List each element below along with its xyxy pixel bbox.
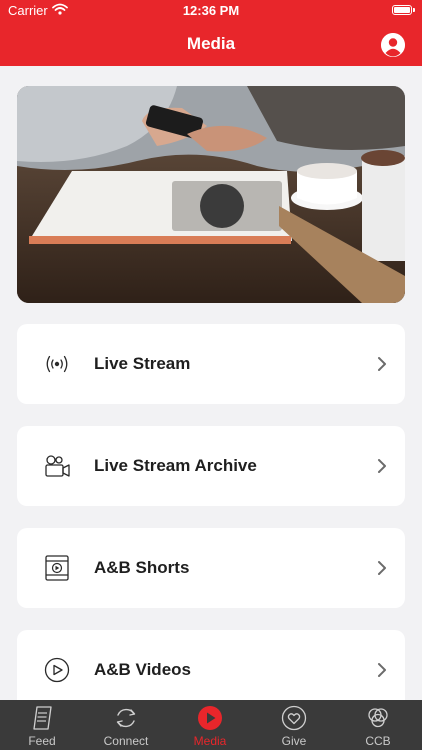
tab-media[interactable]: Media: [168, 700, 252, 750]
tab-label: Feed: [28, 734, 56, 748]
menu-item-label: Live Stream Archive: [94, 456, 257, 475]
status-time: 12:36 PM: [182, 3, 240, 18]
tab-feed[interactable]: Feed: [0, 700, 84, 750]
tab-give[interactable]: Give: [252, 700, 336, 750]
menu-item-label: A&B Shorts: [94, 558, 190, 577]
battery-icon: [392, 5, 415, 15]
hero-image: [17, 86, 405, 303]
tab-label: Connect: [103, 734, 149, 748]
heart-circle-icon: [281, 705, 307, 731]
tab-label: Media: [193, 734, 227, 748]
play-button-icon: [198, 706, 222, 730]
chevron-right-icon: [378, 459, 386, 473]
page-title: Media: [186, 34, 236, 53]
videos-item[interactable]: A&B Videos: [17, 630, 405, 710]
broadcast-icon: [46, 355, 68, 373]
sync-icon: [116, 708, 136, 728]
tab-label: CCB: [365, 734, 391, 748]
chevron-right-icon: [378, 561, 386, 575]
circles-icon: [368, 708, 388, 728]
person-circle-icon[interactable]: [381, 33, 405, 57]
play-circle-icon: [44, 657, 70, 683]
tab-bar: Feed Connect Media Give CCB: [0, 700, 422, 750]
tab-label: Give: [281, 734, 307, 748]
film-play-icon: [45, 555, 69, 581]
nav-bar: Media: [0, 22, 422, 66]
tab-ccb[interactable]: CCB: [336, 700, 420, 750]
tab-connect[interactable]: Connect: [84, 700, 168, 750]
live-stream-archive-item[interactable]: Live Stream Archive: [17, 426, 405, 506]
chevron-right-icon: [378, 357, 386, 371]
shorts-item[interactable]: A&B Shorts: [17, 528, 405, 608]
menu-item-label: A&B Videos: [94, 660, 191, 679]
video-camera-icon: [45, 455, 70, 477]
status-bar: Carrier 12:36 PM: [0, 0, 422, 22]
document-icon: [33, 706, 52, 730]
live-stream-item[interactable]: Live Stream: [17, 324, 405, 404]
chevron-right-icon: [378, 663, 386, 677]
menu-item-label: Live Stream: [94, 354, 191, 373]
